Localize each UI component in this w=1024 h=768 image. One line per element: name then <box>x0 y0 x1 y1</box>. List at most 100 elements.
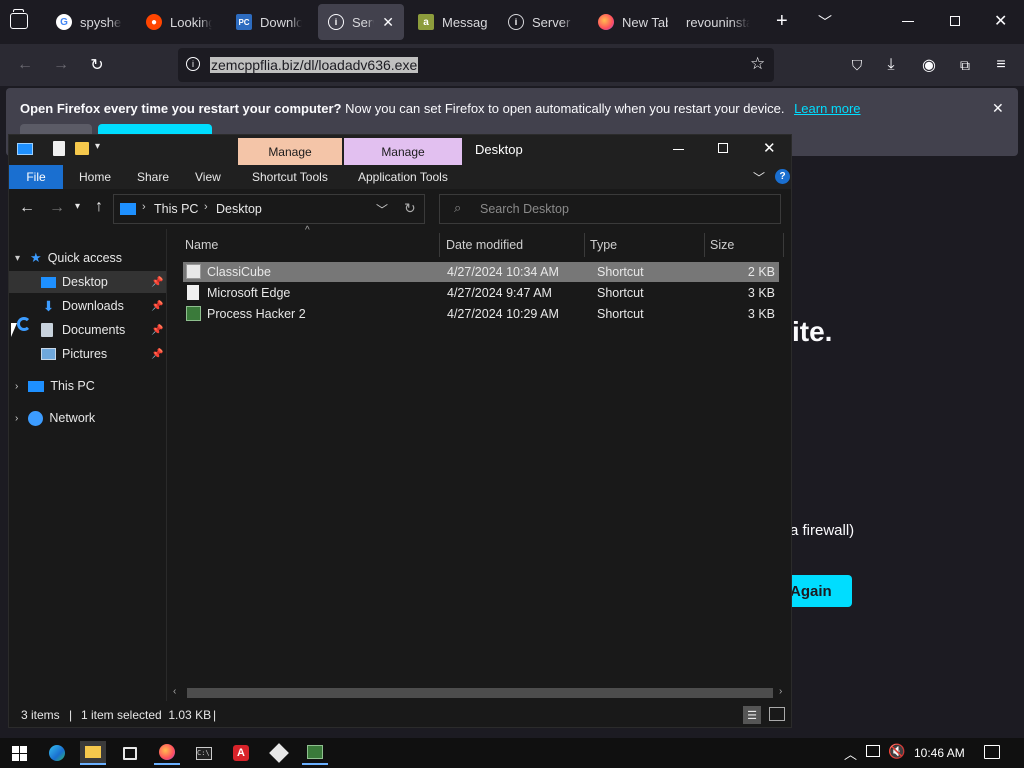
up-icon[interactable]: ↑ <box>95 198 103 216</box>
close-notification-icon[interactable]: ✕ <box>992 100 1004 117</box>
search-box[interactable]: ⌕ Search Desktop <box>439 194 781 224</box>
volume-muted-icon[interactable]: 🔇 <box>888 743 905 760</box>
browser-tab[interactable]: PC Downlo <box>226 4 312 40</box>
maximize-icon[interactable] <box>718 143 728 153</box>
url-bar[interactable]: i zemcppflia.biz/dl/loadadv636.exe ☆ <box>178 48 774 82</box>
tab-overview-icon[interactable] <box>10 9 28 29</box>
start-windows-icon[interactable] <box>6 741 32 765</box>
breadcrumb-desktop[interactable]: Desktop <box>216 202 262 216</box>
column-header-size[interactable]: Size <box>710 233 780 257</box>
table-row[interactable]: Process Hacker 2 4/27/2024 10:29 AM Shor… <box>183 304 779 324</box>
store-icon[interactable] <box>117 741 143 765</box>
refresh-icon[interactable]: ↻ <box>404 200 416 217</box>
pin-icon[interactable]: 📌 <box>151 277 163 288</box>
column-separator[interactable] <box>584 233 585 257</box>
explorer-window-icon[interactable] <box>17 143 33 155</box>
scroll-left-icon[interactable]: ‹ <box>173 686 176 697</box>
column-separator[interactable] <box>439 233 440 257</box>
downloads-icon[interactable]: ⤓ <box>880 54 902 76</box>
nav-this-pc[interactable]: › This PC <box>9 375 166 397</box>
large-icons-view-icon[interactable] <box>769 707 785 721</box>
forward-icon[interactable]: → <box>50 54 72 76</box>
back-icon[interactable]: ← <box>14 54 36 76</box>
back-icon[interactable]: ← <box>19 199 35 217</box>
notification-secondary-button[interactable] <box>20 124 92 134</box>
breadcrumb-this-pc[interactable]: This PC <box>154 202 198 216</box>
account-icon[interactable]: ◉ <box>918 54 940 76</box>
column-header-type[interactable]: Type <box>590 233 700 257</box>
column-header-date[interactable]: Date modified <box>446 233 576 257</box>
new-tab-icon[interactable]: + <box>776 10 788 33</box>
close-tab-icon[interactable]: ✕ <box>382 14 394 31</box>
manage-application-context-tab[interactable]: Manage <box>344 138 462 165</box>
menu-icon[interactable]: ≡ <box>990 54 1012 76</box>
scrollbar-thumb[interactable] <box>187 688 773 698</box>
pin-icon[interactable]: 📌 <box>151 349 163 360</box>
notification-primary-button[interactable] <box>98 124 212 134</box>
browser-tab[interactable]: G spysheri <box>46 4 132 40</box>
browser-tab-active[interactable]: i Server ✕ <box>318 4 404 40</box>
browser-tab[interactable]: New Tab <box>588 4 678 40</box>
chevron-right-icon[interactable]: › <box>142 201 146 213</box>
horizontal-scrollbar[interactable]: ‹ › <box>167 685 791 701</box>
learn-more-link[interactable]: Learn more <box>794 101 860 116</box>
firefox-taskbar-icon[interactable] <box>154 741 180 765</box>
nav-item-downloads[interactable]: ⬇ Downloads 📌 <box>9 295 166 317</box>
nav-quick-access[interactable]: ▾ ★ Quick access <box>9 247 166 269</box>
network-status-icon[interactable] <box>866 745 880 757</box>
nav-item-documents[interactable]: Documents 📌 <box>9 319 166 341</box>
tab-file[interactable]: File <box>9 165 63 189</box>
process-hacker-taskbar-icon[interactable] <box>302 741 328 765</box>
tab-shortcut-tools[interactable]: Shortcut Tools <box>244 165 336 189</box>
list-all-tabs-icon[interactable]: ﹀ <box>818 12 832 32</box>
close-icon[interactable]: ✕ <box>763 139 776 157</box>
edge-icon[interactable] <box>44 741 70 765</box>
file-explorer-taskbar-icon[interactable] <box>80 741 106 765</box>
chevron-right-icon[interactable]: › <box>204 201 208 213</box>
recent-locations-icon[interactable]: ▾ <box>75 201 80 212</box>
help-icon[interactable]: ? <box>775 169 790 184</box>
browser-tab[interactable]: revouninstall <box>676 4 760 40</box>
site-info-icon[interactable]: i <box>186 57 200 71</box>
command-prompt-icon[interactable]: C:\ <box>191 741 217 765</box>
address-bar[interactable]: › This PC › Desktop ﹀ ↻ <box>113 194 425 224</box>
close-window-icon[interactable]: ✕ <box>994 11 1007 31</box>
address-dropdown-icon[interactable]: ﹀ <box>376 201 388 218</box>
qat-dropdown-icon[interactable]: ▾ <box>95 141 100 152</box>
url-text[interactable]: zemcppflia.biz/dl/loadadv636.exe <box>210 57 419 73</box>
pin-icon[interactable]: 📌 <box>151 325 163 336</box>
expand-chevron-icon[interactable]: ▾ <box>15 253 20 264</box>
extensions-icon[interactable]: ⧉ <box>954 54 976 76</box>
manage-shortcut-context-tab[interactable]: Manage <box>238 138 342 165</box>
notifications-icon[interactable] <box>984 745 1000 759</box>
expand-ribbon-icon[interactable]: ﹀ <box>753 169 765 186</box>
qat-properties-icon[interactable] <box>53 141 65 156</box>
browser-tab[interactable]: ● Looking <box>136 4 222 40</box>
tab-view[interactable]: View <box>187 165 229 189</box>
nav-item-desktop[interactable]: Desktop 📌 <box>9 271 166 293</box>
bookmark-star-icon[interactable]: ☆ <box>750 54 765 74</box>
clock[interactable]: 10:46 AM <box>914 746 965 760</box>
pocket-icon[interactable]: ⛉ <box>846 54 868 76</box>
column-separator[interactable] <box>704 233 705 257</box>
tab-share[interactable]: Share <box>129 165 177 189</box>
forward-icon[interactable]: → <box>49 199 65 217</box>
tab-application-tools[interactable]: Application Tools <box>350 165 456 189</box>
nav-item-pictures[interactable]: Pictures 📌 <box>9 343 166 365</box>
pin-icon[interactable]: 📌 <box>151 301 163 312</box>
cube-app-icon[interactable] <box>266 741 292 765</box>
table-row[interactable]: Microsoft Edge 4/27/2024 9:47 AM Shortcu… <box>183 283 779 303</box>
table-row[interactable]: ClassiCube 4/27/2024 10:34 AM Shortcut 2… <box>183 262 779 282</box>
tab-home[interactable]: Home <box>71 165 119 189</box>
details-view-icon[interactable]: ☰ <box>743 706 761 724</box>
browser-tab[interactable]: a Message <box>408 4 498 40</box>
reload-icon[interactable]: ↻ <box>86 54 108 76</box>
qat-new-folder-icon[interactable] <box>75 142 89 155</box>
show-hidden-icons-icon[interactable]: ︿ <box>844 744 857 763</box>
minimize-icon[interactable] <box>902 21 914 22</box>
column-separator[interactable] <box>783 233 784 257</box>
nav-network[interactable]: › Network <box>9 407 166 429</box>
expand-chevron-icon[interactable]: › <box>15 413 18 424</box>
restore-icon[interactable] <box>950 16 960 26</box>
browser-tab[interactable]: i Server N <box>498 4 584 40</box>
